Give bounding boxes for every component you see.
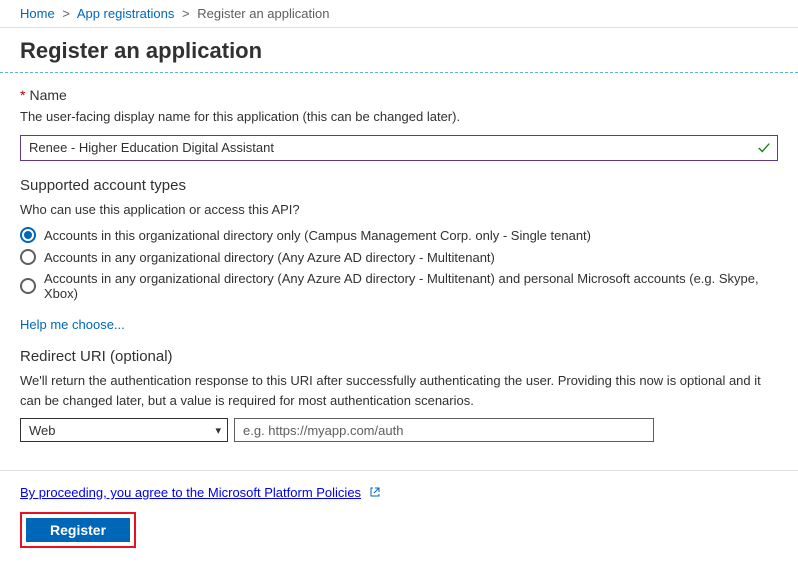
- chevron-right-icon: >: [62, 6, 70, 21]
- breadcrumb-home[interactable]: Home: [20, 6, 55, 21]
- account-type-option-multitenant[interactable]: Accounts in any organizational directory…: [20, 249, 778, 265]
- chevron-right-icon: >: [182, 6, 190, 21]
- highlight-box: Register: [20, 512, 136, 548]
- redirect-uri-heading: Redirect URI (optional): [20, 348, 778, 365]
- redirect-uri-description: We'll return the authentication response…: [20, 371, 778, 410]
- radio-icon: [20, 249, 36, 265]
- supported-account-types-heading: Supported account types: [20, 177, 778, 194]
- chevron-down-icon: ▾: [215, 424, 221, 437]
- breadcrumb-app-registrations[interactable]: App registrations: [77, 6, 175, 21]
- radio-icon: [20, 227, 36, 243]
- external-link-icon: [369, 485, 381, 500]
- name-description: The user-facing display name for this ap…: [20, 107, 778, 127]
- platform-policies-link[interactable]: By proceeding, you agree to the Microsof…: [20, 485, 361, 500]
- platform-selected-value: Web: [29, 423, 56, 438]
- radio-label: Accounts in this organizational director…: [44, 228, 591, 243]
- radio-label: Accounts in any organizational directory…: [44, 271, 778, 301]
- account-type-option-multitenant-personal[interactable]: Accounts in any organizational directory…: [20, 271, 778, 301]
- breadcrumb-current: Register an application: [197, 6, 329, 21]
- redirect-uri-input[interactable]: [234, 418, 654, 442]
- name-label: *Name: [20, 87, 778, 103]
- register-button[interactable]: Register: [26, 518, 130, 542]
- application-name-input[interactable]: [21, 136, 777, 159]
- checkmark-icon: [757, 141, 771, 155]
- radio-icon: [20, 278, 36, 294]
- radio-label: Accounts in any organizational directory…: [44, 250, 495, 265]
- page-title: Register an application: [0, 28, 798, 73]
- account-types-question: Who can use this application or access t…: [20, 200, 778, 220]
- help-me-choose-link[interactable]: Help me choose...: [20, 317, 125, 332]
- breadcrumb: Home > App registrations > Register an a…: [0, 0, 798, 28]
- account-type-option-single-tenant[interactable]: Accounts in this organizational director…: [20, 227, 778, 243]
- platform-select[interactable]: Web ▾: [20, 418, 228, 442]
